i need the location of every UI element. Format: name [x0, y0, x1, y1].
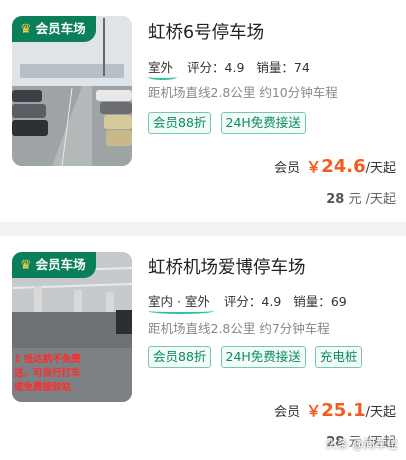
distance-text: 距机场直线2.8公里 约10分钟车程 — [148, 85, 338, 100]
original-price-unit: 元 /天起 — [348, 192, 396, 207]
parking-card[interactable]: ♛ 会员车场 虹桥6号停车场 室外 评分：4.9 销量：74 距机场直线2.8公里… — [0, 0, 406, 222]
distance-text: 距机场直线2.8公里 约7分钟车程 — [148, 321, 330, 336]
member-parking-badge: ♛ 会员车场 — [12, 16, 96, 42]
parking-meta: 室外 评分：4.9 销量：74 — [148, 57, 310, 80]
parking-title[interactable]: 虹桥机场爱博停车场 — [148, 254, 306, 279]
chip-free-shuttle: 24H免费接送 — [220, 112, 306, 134]
price-amount: 25.1 — [321, 400, 366, 421]
sales-value: 74 — [293, 60, 310, 75]
member-parking-badge: ♛ 会员车场 — [12, 252, 96, 278]
badge-label: 会员车场 — [35, 257, 86, 272]
price-unit: /天起 — [365, 161, 396, 176]
rating-value: 4.9 — [261, 294, 282, 309]
feature-chips: 会员88折 24H免费接送 充电桩 — [148, 346, 388, 376]
watermark: 头条 @闻车位 — [325, 437, 398, 451]
price-amount: 24.6 — [321, 156, 366, 177]
sales-label: 销量： — [293, 294, 331, 309]
parking-thumbnail[interactable]: 1 抵达航不免费 送，可自行打车 或免费接驳站 ♛ 会员车场 — [12, 252, 132, 402]
member-label: 会员 — [274, 405, 301, 420]
chip-member-discount: 会员88折 — [148, 346, 212, 368]
parking-type-tag: 室外 — [148, 57, 178, 80]
crown-icon: ♛ — [20, 258, 32, 273]
badge-label: 会员车场 — [35, 21, 86, 36]
parking-thumbnail[interactable]: ♛ 会员车场 — [12, 16, 132, 166]
thumb-overlay-text: 1 抵达航不免费 — [14, 353, 81, 365]
member-price: 会员 ￥25.1/天起 — [274, 400, 396, 421]
rating-label: 评分： — [223, 294, 262, 309]
rating-value: 4.9 — [224, 60, 245, 75]
sales-value: 69 — [330, 294, 347, 309]
thumb-overlay-text: 或免费接驳站 — [14, 381, 72, 393]
currency-symbol: ￥ — [306, 158, 322, 176]
chip-charging-pile: 充电桩 — [314, 346, 363, 368]
rating-label: 评分： — [187, 60, 225, 75]
thumb-overlay-text: 送，可自行打车 — [13, 367, 81, 379]
feature-chips: 会员88折 24H免费接送 — [148, 112, 388, 142]
parking-title[interactable]: 虹桥6号停车场 — [148, 19, 264, 44]
parking-card[interactable]: 1 抵达航不免费 送，可自行打车 或免费接驳站 ♛ 会员车场 虹桥机场爱博停车场 … — [0, 236, 406, 460]
chip-member-discount: 会员88折 — [148, 112, 212, 134]
member-price: 会员 ￥24.6/天起 — [274, 156, 396, 177]
original-price: 28 元 /天起 — [326, 188, 396, 207]
sales-label: 销量： — [256, 60, 294, 75]
card-separator — [0, 222, 406, 236]
original-price-amount: 28 — [326, 192, 345, 207]
price-unit: /天起 — [365, 405, 396, 420]
chip-free-shuttle: 24H免费接送 — [220, 346, 306, 368]
parking-type-tag: 室内 · 室外 — [148, 291, 214, 314]
parking-meta: 室内 · 室外 评分：4.9 销量：69 — [148, 291, 347, 314]
member-label: 会员 — [274, 161, 301, 176]
currency-symbol: ￥ — [306, 402, 322, 420]
crown-icon: ♛ — [20, 22, 32, 37]
